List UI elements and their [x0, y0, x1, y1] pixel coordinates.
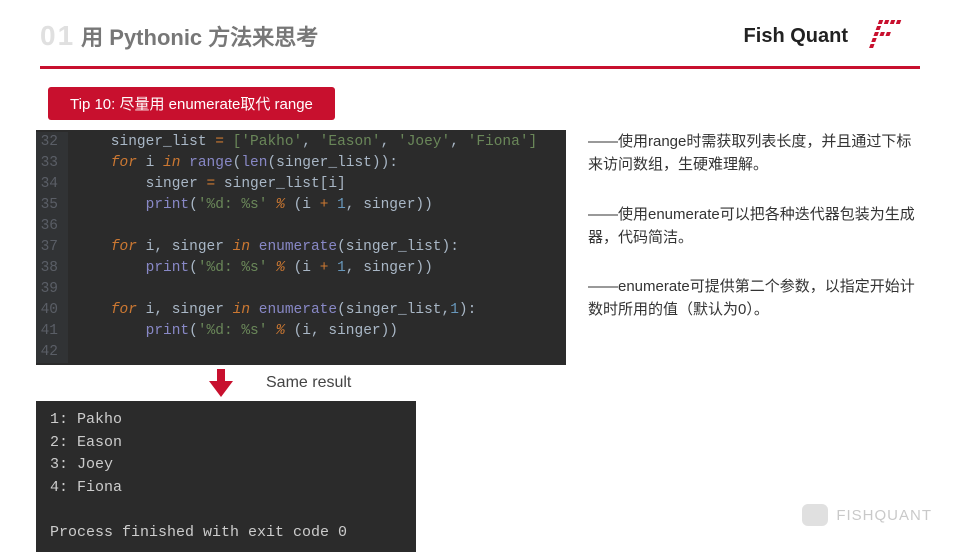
brand-name: Fish Quant [744, 25, 848, 48]
wechat-icon [802, 504, 828, 526]
header: 01 用 Pythonic 方法来思考 Fish Quant [0, 0, 960, 62]
code-line: 39 [36, 279, 566, 300]
code-line: 37 for i, singer in enumerate(singer_lis… [36, 237, 566, 258]
code-line: 41 print('%d: %s' % (i, singer)) [36, 321, 566, 342]
code-line: 38 print('%d: %s' % (i + 1, singer)) [36, 258, 566, 279]
section-number: 01 [40, 20, 75, 52]
code-line: 40 for i, singer in enumerate(singer_lis… [36, 300, 566, 321]
code-line: 42 [36, 342, 566, 363]
arrow-label: Same result [266, 374, 351, 392]
watermark-text: FISHQUANT [836, 507, 932, 524]
note-2: ——使用enumerate可以把各种迭代器包装为生成器，代码简洁。 [588, 203, 920, 250]
brand-logo-icon [866, 18, 920, 54]
code-line: 35 print('%d: %s' % (i + 1, singer)) [36, 195, 566, 216]
code-line: 34 singer = singer_list[i] [36, 174, 566, 195]
page-title: 用 Pythonic 方法来思考 [81, 20, 318, 52]
code-line: 33 for i in range(len(singer_list)): [36, 153, 566, 174]
code-block: 32 singer_list = ['Pakho', 'Eason', 'Joe… [36, 130, 566, 365]
note-3: ——enumerate可提供第二个参数，以指定开始计数时所用的值（默认为0）。 [588, 275, 920, 322]
tip-badge: Tip 10: 尽量用 enumerate取代 range [48, 87, 335, 120]
notes-column: ——使用range时需获取列表长度，并且通过下标来访问数组，生硬难理解。 ——使… [588, 130, 920, 552]
note-1: ——使用range时需获取列表长度，并且通过下标来访问数组，生硬难理解。 [588, 130, 920, 177]
header-divider [40, 66, 920, 69]
code-line: 36 [36, 216, 566, 237]
arrow-down-icon [206, 369, 236, 397]
output-block: 1: Pakho 2: Eason 3: Joey 4: Fiona Proce… [36, 401, 416, 552]
watermark: FISHQUANT [802, 504, 932, 526]
code-line: 32 singer_list = ['Pakho', 'Eason', 'Joe… [36, 132, 566, 153]
